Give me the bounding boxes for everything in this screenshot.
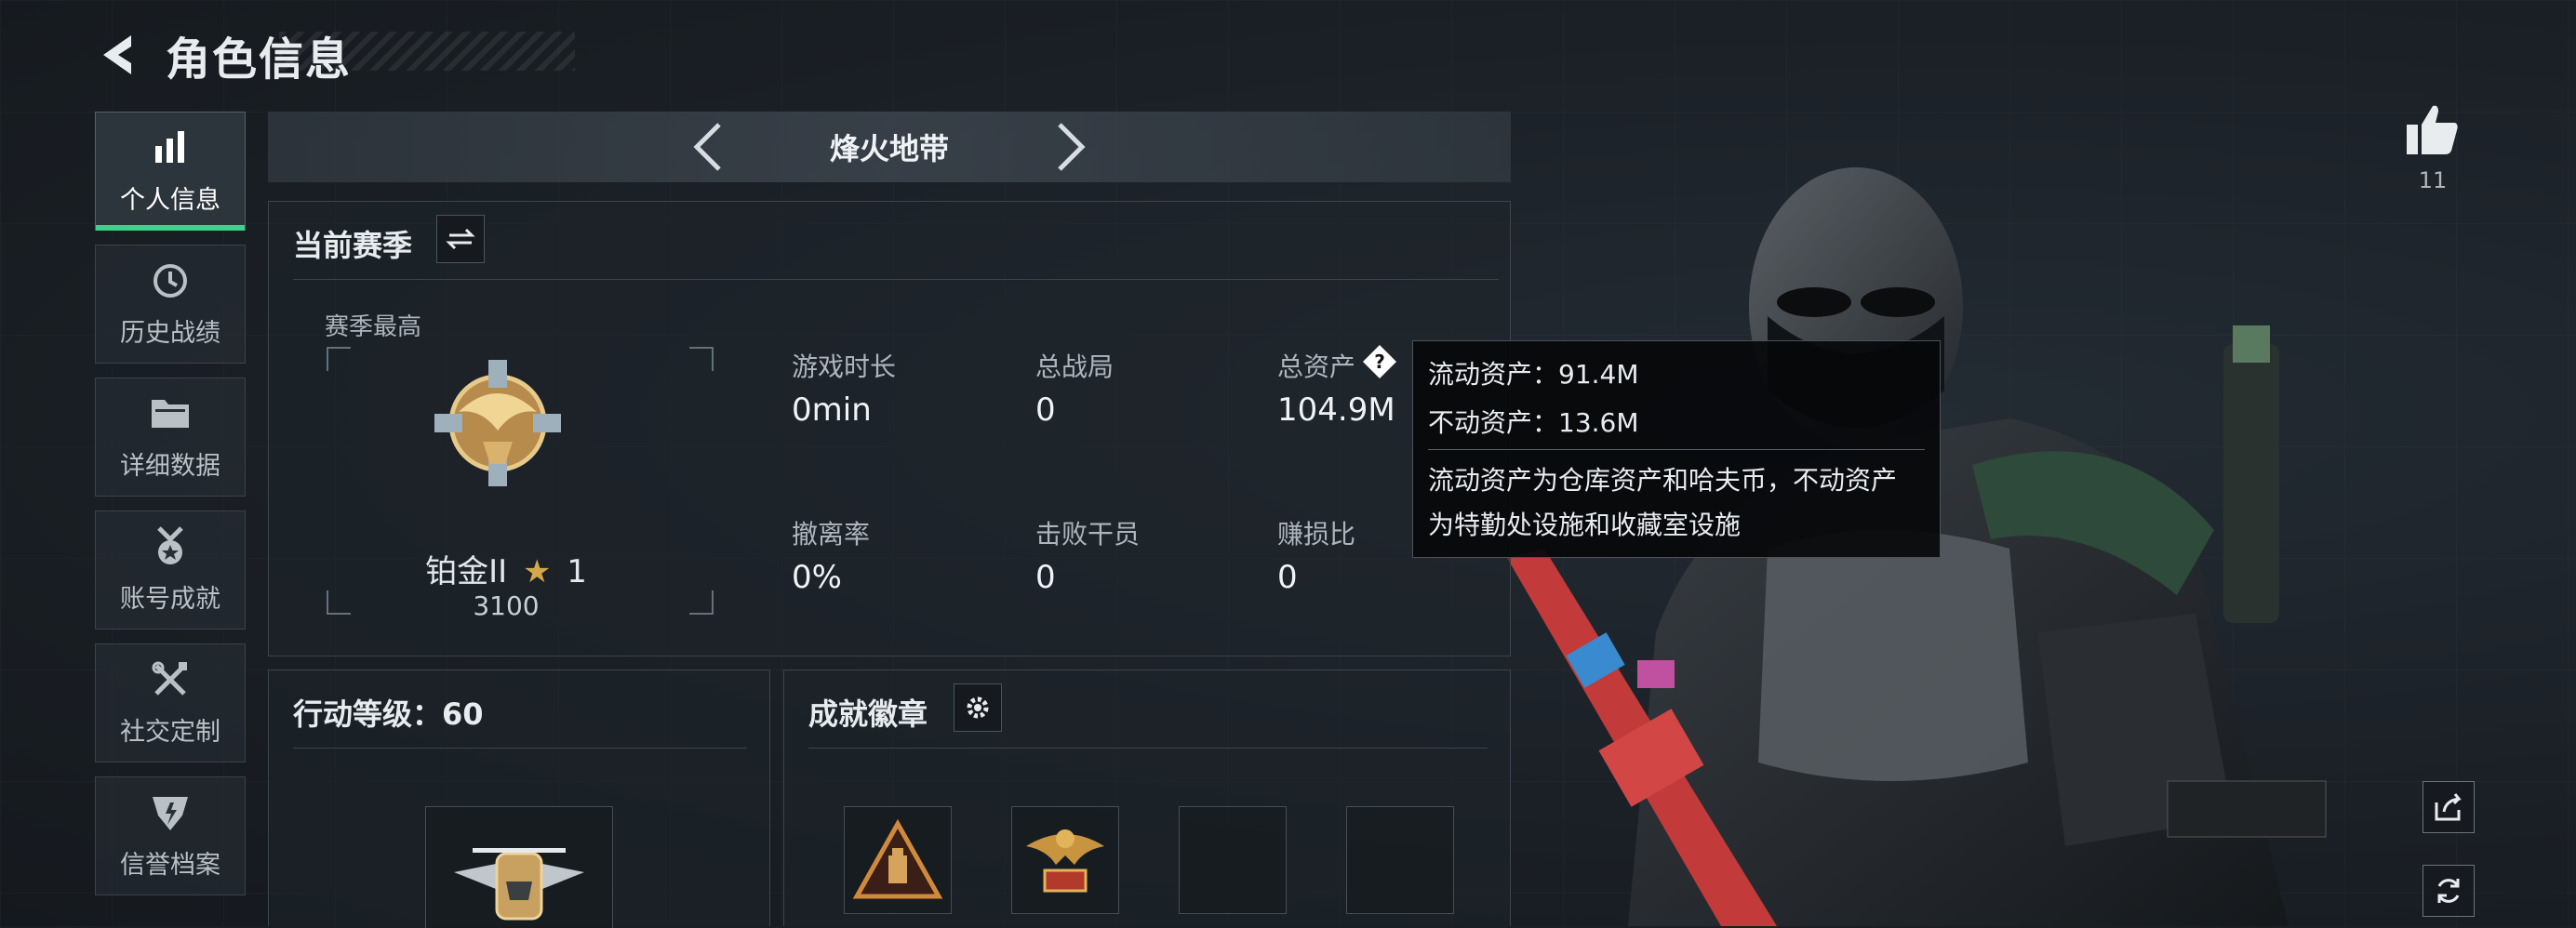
frame-corner [327, 347, 351, 371]
refresh-icon [2437, 879, 2460, 903]
frame-corner [689, 347, 714, 371]
eagle-badge-icon [1026, 829, 1104, 893]
level-emblem-frame [425, 806, 613, 928]
rank-name: 铂金II [425, 553, 508, 590]
panel-divider [293, 748, 747, 749]
stat-label: 游戏时长 [792, 351, 897, 382]
share-button[interactable] [2423, 781, 2475, 833]
stat-value: 0% [792, 559, 842, 596]
mode-label: 烽火地带 [829, 131, 949, 166]
rank-emblem-icon [434, 360, 561, 486]
stat-value: 104.9M [1277, 391, 1395, 429]
pyramid-badge-icon [852, 818, 943, 899]
stat-label: 撤离率 [792, 519, 871, 550]
sidebar-item-label: 历史战绩 [120, 318, 220, 348]
sidebar-item-label: 信誉档案 [120, 850, 220, 880]
sidebar-item-social[interactable]: 社交定制 [95, 643, 246, 762]
sidebar-item-details[interactable]: 详细数据 [95, 378, 246, 497]
mode-selector: 烽火地带 [268, 112, 1511, 182]
badge-slot[interactable] [1179, 806, 1287, 914]
swap-icon [446, 228, 475, 250]
tooltip-divider [1428, 449, 1925, 450]
stat-label: 赚损比 [1277, 519, 1356, 550]
rank-stars: 1 [567, 553, 587, 590]
shield-icon [150, 792, 191, 833]
history-clock-icon [150, 260, 191, 301]
sidebar: 个人信息 历史战绩 详细数据 账号成就 社交定制 信誉档案 [95, 112, 247, 909]
helicopter-emblem-icon [454, 848, 584, 921]
rank-line: 铂金II ★ 1 [371, 546, 641, 591]
badge-slot[interactable] [1346, 806, 1454, 914]
switch-season-button[interactable] [436, 215, 485, 263]
rank-star-icon: ★ [522, 553, 552, 590]
sidebar-item-label: 账号成就 [120, 584, 220, 614]
action-level-title: 行动等级：60 [293, 696, 484, 732]
svg-text:?: ? [1374, 351, 1385, 373]
title-decoration [279, 32, 575, 71]
share-icon [2435, 793, 2462, 821]
achievements-panel: 成就徽章 [783, 669, 1511, 926]
sidebar-item-achievements[interactable]: 账号成就 [95, 510, 246, 630]
back-arrow-icon[interactable] [93, 27, 140, 83]
like-count: 11 [2418, 167, 2448, 193]
sidebar-item-label: 社交定制 [120, 717, 220, 747]
asset-tooltip: 流动资产：91.4M 不动资产：13.6M 流动资产为仓库资产和哈夫币，不动资产… [1412, 340, 1941, 558]
sidebar-item-history[interactable]: 历史战绩 [95, 245, 246, 364]
tools-icon [150, 659, 191, 700]
season-title: 当前赛季 [293, 228, 413, 263]
panel-divider [293, 279, 1499, 280]
sidebar-item-personal-info[interactable]: 个人信息 [95, 112, 246, 231]
bar-chart-icon [150, 127, 191, 168]
stat-value: 0 [1035, 391, 1056, 429]
badge-slot[interactable] [1011, 806, 1119, 914]
achievements-title: 成就徽章 [808, 696, 928, 732]
stat-value: 0min [792, 391, 872, 429]
gear-icon [967, 696, 989, 719]
action-level-panel: 行动等级：60 [268, 669, 770, 928]
tooltip-liquid-assets: 流动资产：91.4M [1428, 359, 1639, 390]
medal-icon [150, 525, 191, 567]
achievement-settings-button[interactable] [954, 683, 1002, 732]
panel-divider [808, 748, 1488, 749]
tooltip-fixed-assets: 不动资产：13.6M [1428, 407, 1639, 438]
badge-slot[interactable] [844, 806, 952, 914]
previous-mode-button[interactable] [680, 112, 736, 182]
season-panel: 当前赛季 赛季最高 铂金II ★ 1 3100 游戏时长 0min 总战局 0 … [268, 201, 1511, 656]
tooltip-description: 流动资产为仓库资产和哈夫币，不动资产 [1428, 465, 1898, 496]
season-best-label: 赛季最高 [325, 313, 422, 341]
like-widget[interactable]: 11 [2400, 102, 2465, 193]
thumbs-up-icon [2407, 105, 2458, 154]
stat-label: 总战局 [1035, 351, 1114, 382]
stat-label: 击败干员 [1035, 519, 1141, 550]
sidebar-item-label: 详细数据 [120, 451, 220, 481]
tooltip-description: 为特勤处设施和收藏室设施 [1428, 510, 1742, 540]
frame-corner [327, 590, 351, 615]
sidebar-item-credit[interactable]: 信誉档案 [95, 776, 246, 895]
stat-value: 0 [1035, 559, 1056, 596]
help-icon[interactable]: ? [1361, 343, 1398, 380]
rank-score: 3100 [473, 590, 540, 621]
next-mode-button[interactable] [1043, 112, 1099, 182]
stat-label: 总资产 [1277, 351, 1356, 382]
sidebar-item-label: 个人信息 [120, 185, 220, 215]
refresh-button[interactable] [2423, 865, 2475, 917]
folder-icon [150, 393, 191, 434]
stat-value: 0 [1277, 559, 1298, 596]
frame-corner [689, 590, 714, 615]
